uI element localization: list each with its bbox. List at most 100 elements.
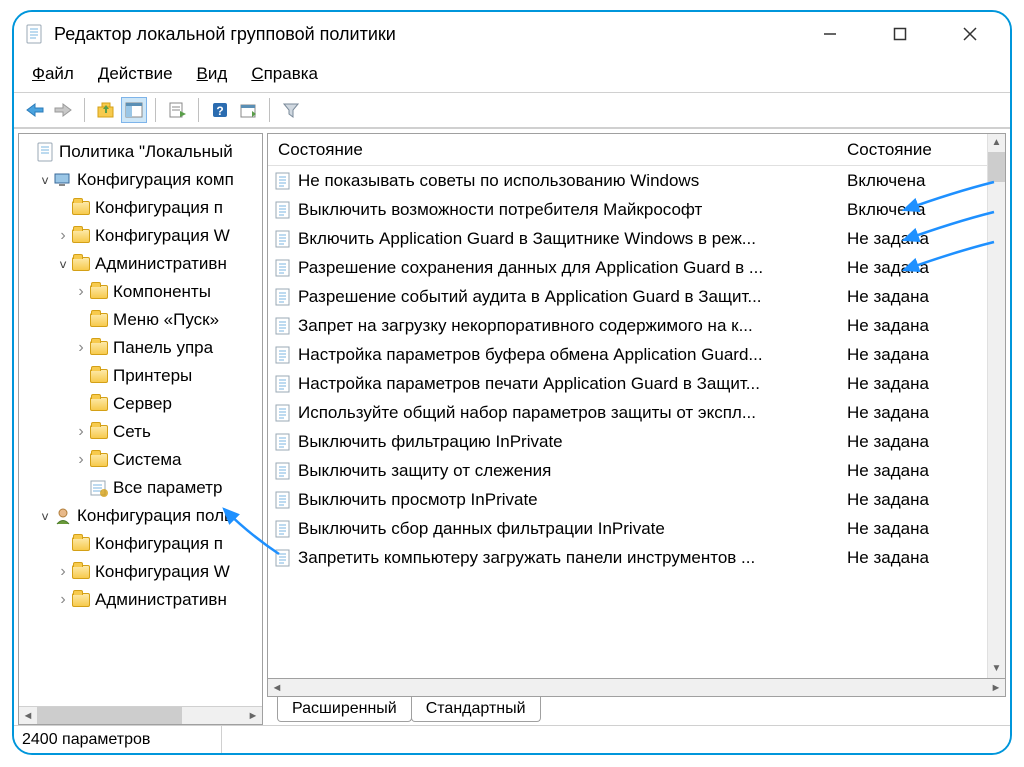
tree-comp-windows[interactable]: Конфигурация W <box>19 222 262 250</box>
policy-state: Не задана <box>847 519 987 539</box>
menu-action[interactable]: Действие <box>98 64 173 84</box>
policy-name: Настройка параметров печати Application … <box>298 374 760 394</box>
tree-user-software[interactable]: Конфигурация п <box>19 530 262 558</box>
policy-icon <box>274 433 292 451</box>
scroll-up-icon[interactable]: ▲ <box>988 134 1005 152</box>
tab-standard[interactable]: Стандартный <box>411 697 541 722</box>
tree-all-settings[interactable]: Все параметр <box>19 474 262 502</box>
policy-row[interactable]: Разрешение сохранения данных для Applica… <box>268 253 987 282</box>
maximize-button[interactable] <box>880 19 920 49</box>
tree-system[interactable]: Система <box>19 446 262 474</box>
policy-name: Выключить сбор данных фильтрации InPriva… <box>298 519 665 539</box>
titlebar: Редактор локальной групповой политики <box>14 12 1010 56</box>
policy-name: Разрешение событий аудита в Application … <box>298 287 762 307</box>
policy-row[interactable]: Выключить просмотр InPrivateНе задана <box>268 485 987 514</box>
show-hide-tree-button[interactable] <box>121 97 147 123</box>
scroll-down-icon[interactable]: ▼ <box>988 660 1005 678</box>
policy-icon <box>274 201 292 219</box>
policy-icon <box>274 375 292 393</box>
policy-name: Используйте общий набор параметров защит… <box>298 403 756 423</box>
tree-label: Панель упра <box>113 338 213 358</box>
tree-network[interactable]: Сеть <box>19 418 262 446</box>
menu-help[interactable]: Справка <box>251 64 318 84</box>
properties-button[interactable] <box>235 97 261 123</box>
policy-state: Не задана <box>847 403 987 423</box>
tree-admin-templates[interactable]: Административн <box>19 250 262 278</box>
scroll-left-icon[interactable]: ◄ <box>268 679 286 696</box>
tree-user-config[interactable]: Конфигурация поль <box>19 502 262 530</box>
policy-row[interactable]: Не показывать советы по использованию Wi… <box>268 166 987 195</box>
tree-label: Административн <box>95 590 227 610</box>
folder-icon <box>71 199 91 217</box>
policy-row[interactable]: Запрет на загрузку некорпоративного соде… <box>268 311 987 340</box>
folder-icon <box>71 563 91 581</box>
menu-file[interactable]: Файл <box>32 64 74 84</box>
tree-server[interactable]: Сервер <box>19 390 262 418</box>
statusbar: 2400 параметров <box>14 725 1010 753</box>
policy-name: Выключить фильтрацию InPrivate <box>298 432 563 452</box>
tree-components[interactable]: Компоненты <box>19 278 262 306</box>
policy-state: Не задана <box>847 461 987 481</box>
tree-user-windows[interactable]: Конфигурация W <box>19 558 262 586</box>
tree-label: Конфигурация W <box>95 226 230 246</box>
svg-text:?: ? <box>216 104 223 118</box>
policy-icon <box>274 172 292 190</box>
help-button[interactable]: ? <box>207 97 233 123</box>
policy-row[interactable]: Разрешение событий аудита в Application … <box>268 282 987 311</box>
scroll-right-icon[interactable]: ► <box>987 679 1005 696</box>
folder-icon <box>89 451 109 469</box>
window-title: Редактор локальной групповой политики <box>54 24 810 45</box>
back-button[interactable] <box>22 97 48 123</box>
tree-printers[interactable]: Принтеры <box>19 362 262 390</box>
computer-icon <box>53 171 73 189</box>
policy-state: Включена <box>847 171 987 191</box>
policy-icon <box>274 549 292 567</box>
column-header-state[interactable]: Состояние <box>847 140 987 160</box>
export-list-button[interactable] <box>164 97 190 123</box>
policy-icon <box>274 230 292 248</box>
scroll-right-icon[interactable]: ► <box>244 707 262 724</box>
policy-row[interactable]: Запретить компьютеру загружать панели ин… <box>268 543 987 572</box>
minimize-button[interactable] <box>810 19 850 49</box>
policy-state: Не задана <box>847 374 987 394</box>
policy-state: Не задана <box>847 490 987 510</box>
policy-row[interactable]: Включить Application Guard в Защитнике W… <box>268 224 987 253</box>
policy-icon <box>274 317 292 335</box>
tree-label: Принтеры <box>113 366 192 386</box>
view-tabs: Расширенный Стандартный <box>267 697 1006 725</box>
column-header-name[interactable]: Состояние <box>268 140 847 160</box>
policy-row[interactable]: Выключить фильтрацию InPrivateНе задана <box>268 427 987 456</box>
policy-name: Разрешение сохранения данных для Applica… <box>298 258 763 278</box>
policy-row[interactable]: Настройка параметров печати Application … <box>268 369 987 398</box>
forward-button[interactable] <box>50 97 76 123</box>
tree-horizontal-scrollbar[interactable]: ◄ ► <box>19 706 262 724</box>
folder-icon <box>89 339 109 357</box>
tree-start-menu[interactable]: Меню «Пуск» <box>19 306 262 334</box>
scroll-left-icon[interactable]: ◄ <box>19 707 37 724</box>
tab-extended[interactable]: Расширенный <box>277 697 412 722</box>
tree-label: Конфигурация поль <box>77 506 233 526</box>
policy-state: Включена <box>847 200 987 220</box>
folder-icon <box>71 535 91 553</box>
tree-label: Конфигурация W <box>95 562 230 582</box>
tree-control-panel[interactable]: Панель упра <box>19 334 262 362</box>
policy-row[interactable]: Выключить защиту от слеженияНе задана <box>268 456 987 485</box>
menu-view[interactable]: Вид <box>197 64 228 84</box>
list-vertical-scrollbar[interactable]: ▲ ▼ <box>987 134 1005 678</box>
tree-label: Компоненты <box>113 282 211 302</box>
list-horizontal-scrollbar[interactable]: ◄ ► <box>267 679 1006 697</box>
policy-row[interactable]: Выключить сбор данных фильтрации InPriva… <box>268 514 987 543</box>
policy-row[interactable]: Используйте общий набор параметров защит… <box>268 398 987 427</box>
tree-label: Система <box>113 450 181 470</box>
up-folder-button[interactable] <box>93 97 119 123</box>
policy-row[interactable]: Выключить возможности потребителя Майкро… <box>268 195 987 224</box>
close-button[interactable] <box>950 19 990 49</box>
tree-computer-config[interactable]: Конфигурация комп <box>19 166 262 194</box>
tree-comp-software[interactable]: Конфигурация п <box>19 194 262 222</box>
policy-row[interactable]: Настройка параметров буфера обмена Appli… <box>268 340 987 369</box>
tree-user-admin[interactable]: Административн <box>19 586 262 614</box>
policy-icon <box>274 491 292 509</box>
filter-button[interactable] <box>278 97 304 123</box>
policy-name: Запретить компьютеру загружать панели ин… <box>298 548 755 568</box>
tree-root[interactable]: Политика "Локальный <box>19 138 262 166</box>
